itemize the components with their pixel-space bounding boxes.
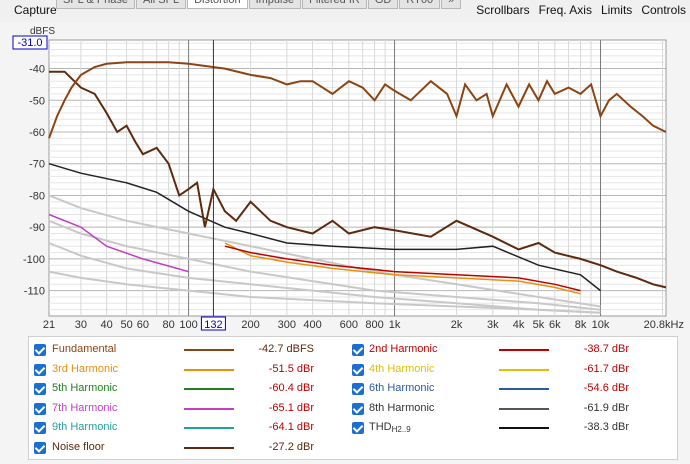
legend-label: 5th Harmonic bbox=[52, 382, 118, 394]
x-tick-label: 400 bbox=[303, 319, 321, 331]
legend-line-swatch bbox=[499, 427, 549, 429]
y-tick-label: -90 bbox=[29, 222, 45, 234]
legend-checkbox[interactable] bbox=[352, 363, 364, 376]
tab-rt60[interactable]: RT60 bbox=[399, 0, 441, 9]
x-tick-label: 4k bbox=[513, 319, 525, 331]
controls-button[interactable]: Controls bbox=[641, 3, 686, 17]
y-tick-label: -50 bbox=[29, 95, 45, 107]
legend-value: -65.1 dBr bbox=[268, 401, 314, 414]
tab-more[interactable]: » bbox=[441, 0, 462, 9]
legend-line-swatch bbox=[184, 368, 234, 371]
scrollbars-button[interactable]: Scrollbars bbox=[476, 3, 529, 17]
y-tick-label: -100 bbox=[23, 254, 45, 266]
legend-line-swatch bbox=[184, 349, 234, 351]
y-cursor-value: -31.0 bbox=[17, 37, 42, 49]
capture-button[interactable]: Capture bbox=[14, 3, 57, 17]
x-tick-label: 200 bbox=[241, 319, 259, 331]
legend-checkbox[interactable] bbox=[34, 363, 46, 376]
legend-label: THDH2..9 bbox=[369, 421, 411, 434]
y-tick-label: -60 bbox=[29, 127, 45, 139]
legend-line-swatch bbox=[184, 388, 234, 390]
x-tick-label: 8k bbox=[575, 319, 587, 331]
y-tick-label: -110 bbox=[24, 286, 45, 298]
legend-line-swatch bbox=[499, 388, 549, 390]
graph-tabs: SPL & Phase All SPL Distortion Impulse F… bbox=[56, 0, 462, 9]
legend-value: -38.7 dBr bbox=[583, 343, 629, 355]
legend-checkbox[interactable] bbox=[352, 344, 364, 356]
graph-menu: Scrollbars Freq. Axis Limits Controls bbox=[476, 3, 686, 17]
legend-value: -42.7 dBFS bbox=[258, 343, 314, 355]
x-tick-label: 3k bbox=[487, 319, 499, 331]
x-tick-label: 10k bbox=[592, 319, 610, 331]
legend-label: 9th Harmonic bbox=[52, 421, 118, 433]
y-unit-label: dBFS bbox=[30, 26, 55, 37]
legend-checkbox[interactable] bbox=[34, 422, 46, 434]
legend-line-swatch bbox=[184, 446, 234, 449]
tab-impulse[interactable]: Impulse bbox=[248, 0, 302, 9]
legend-label: 6th Harmonic bbox=[369, 382, 435, 394]
limits-button[interactable]: Limits bbox=[601, 3, 632, 17]
legend-panel: Fundamental -42.7 dBFS 2nd Harmonic -38.7 d… bbox=[28, 336, 678, 460]
tab-spl-phase[interactable]: SPL & Phase bbox=[56, 0, 136, 9]
x-tick-label: 30 bbox=[75, 319, 87, 331]
legend-label: 3rd Harmonic bbox=[52, 362, 119, 375]
y-tick-label: -70 bbox=[29, 159, 45, 171]
x-tick-label: 2k bbox=[451, 319, 463, 331]
legend-checkbox[interactable] bbox=[34, 383, 46, 395]
x-tick-label: 20.8kHz bbox=[644, 319, 684, 331]
legend-value: -60.4 dBr bbox=[268, 382, 314, 394]
x-tick-label: 60 bbox=[137, 319, 149, 331]
y-tick-label: -40 bbox=[29, 64, 45, 76]
top-bar: Capture SPL & Phase All SPL Distortion I… bbox=[0, 0, 690, 22]
x-cursor-value: 132 bbox=[204, 319, 222, 331]
legend-value: -61.9 dBr bbox=[583, 401, 629, 414]
x-tick-label: 50 bbox=[120, 319, 132, 331]
legend-value: -61.7 dBr bbox=[583, 362, 629, 375]
x-tick-label: 6k bbox=[549, 319, 561, 331]
plot-svg[interactable]: -40 -50 -60 -70 -80 -90 -100 -110 dBFS-31.0 21 30 4… bbox=[0, 22, 690, 332]
tab-gd[interactable]: GD bbox=[367, 0, 399, 9]
x-tick-label: 80 bbox=[163, 319, 175, 331]
legend-checkbox[interactable] bbox=[34, 402, 46, 415]
legend-label: 8th Harmonic bbox=[369, 401, 435, 414]
legend-line-swatch bbox=[499, 349, 549, 351]
freq-axis-button[interactable]: Freq. Axis bbox=[539, 3, 592, 17]
tab-filtered-ir[interactable]: Filtered IR bbox=[302, 0, 367, 9]
legend-value: -64.1 dBr bbox=[268, 421, 314, 433]
legend-value: -54.6 dBr bbox=[583, 382, 629, 394]
x-tick-label: 40 bbox=[101, 319, 113, 331]
legend-line-swatch bbox=[499, 407, 549, 410]
legend-checkbox[interactable] bbox=[34, 344, 46, 356]
legend-label: 2nd Harmonic bbox=[369, 343, 438, 355]
legend-label: 4th Harmonic bbox=[369, 362, 435, 375]
legend-checkbox[interactable] bbox=[352, 422, 364, 434]
legend-line-swatch bbox=[499, 368, 549, 371]
x-tick-label: 800 bbox=[365, 319, 383, 331]
distortion-plot[interactable]: -40 -50 -60 -70 -80 -90 -100 -110 dBFS -31.0 21 30 4… bbox=[0, 22, 690, 332]
x-tick-label: 5k bbox=[533, 319, 545, 331]
legend-checkbox[interactable] bbox=[352, 402, 364, 415]
x-tick-label: 600 bbox=[340, 319, 358, 331]
legend-value: -38.3 dBr bbox=[583, 421, 629, 433]
legend-checkbox[interactable] bbox=[34, 441, 46, 454]
legend-value: -27.2 dBr bbox=[268, 440, 314, 453]
x-tick-label: 1k bbox=[389, 319, 401, 331]
legend-label: Noise floor bbox=[52, 440, 105, 453]
legend-line-swatch bbox=[184, 427, 234, 429]
tab-all-spl[interactable]: All SPL bbox=[136, 0, 187, 9]
x-tick-label: 21 bbox=[43, 319, 55, 331]
x-tick-label: 100 bbox=[179, 319, 197, 331]
legend-label-subscript: H2..9 bbox=[391, 425, 411, 434]
legend-label: Fundamental bbox=[52, 343, 117, 355]
legend-value: -51.5 dBr bbox=[268, 362, 314, 375]
legend-label: 7th Harmonic bbox=[52, 401, 118, 414]
y-tick-label: -80 bbox=[29, 190, 45, 202]
tab-distortion[interactable]: Distortion bbox=[187, 0, 248, 9]
legend-checkbox[interactable] bbox=[352, 383, 364, 395]
legend-line-swatch bbox=[184, 407, 234, 410]
x-tick-label: 300 bbox=[278, 319, 296, 331]
